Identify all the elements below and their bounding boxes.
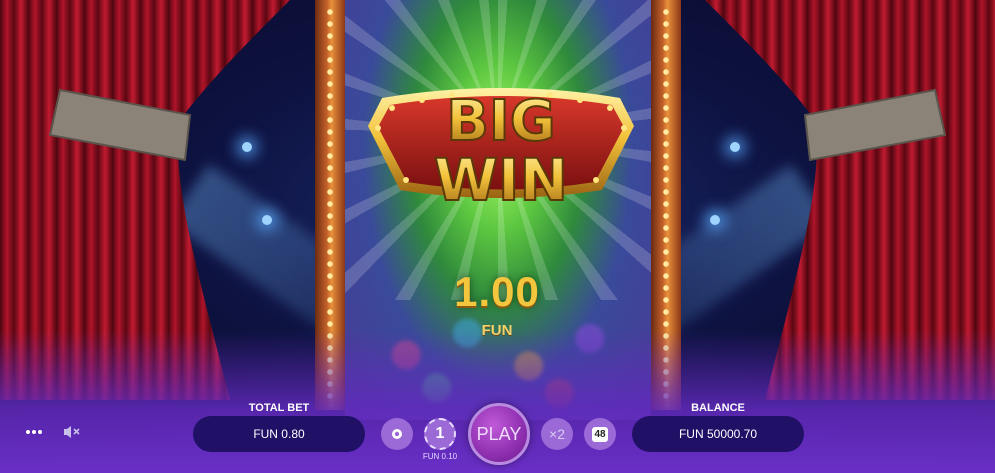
big-win-banner: BIG WIN — [368, 88, 634, 215]
autoplay-count: 48 — [592, 426, 608, 442]
coin-sub-label: FUN 0.10 — [422, 452, 458, 461]
banner-line-2: WIN — [434, 146, 568, 214]
more-dots-icon[interactable] — [22, 423, 46, 441]
total-bet-field[interactable]: FUN 0.80 — [193, 416, 365, 452]
win-amount: 1.00 — [454, 268, 540, 315]
banner-line-1: BIG — [446, 89, 555, 154]
total-bet-label: TOTAL BET — [248, 402, 310, 414]
multiplier-button[interactable]: ×2 — [541, 418, 573, 450]
coin-value: 1 — [435, 425, 445, 442]
game-scene: BIG WIN 1.00 FUN TOTAL BET FUN 0.80 1 FU… — [0, 0, 995, 473]
play-label: PLAY — [476, 423, 522, 444]
speaker-muted-icon[interactable] — [60, 422, 84, 442]
balance-value: FUN 50000.70 — [678, 427, 758, 441]
multiplier-label: ×2 — [549, 426, 565, 442]
balance-label: BALANCE — [691, 402, 745, 414]
chip-icon — [392, 429, 402, 439]
balance-field: FUN 50000.70 — [632, 416, 804, 452]
play-button[interactable]: PLAY — [468, 403, 530, 465]
autoplay-button[interactable]: 48 — [584, 418, 616, 450]
total-bet-value: FUN 0.80 — [253, 427, 305, 441]
coin-value-button[interactable]: 1 — [424, 418, 456, 450]
bet-chip-button[interactable] — [381, 418, 413, 450]
